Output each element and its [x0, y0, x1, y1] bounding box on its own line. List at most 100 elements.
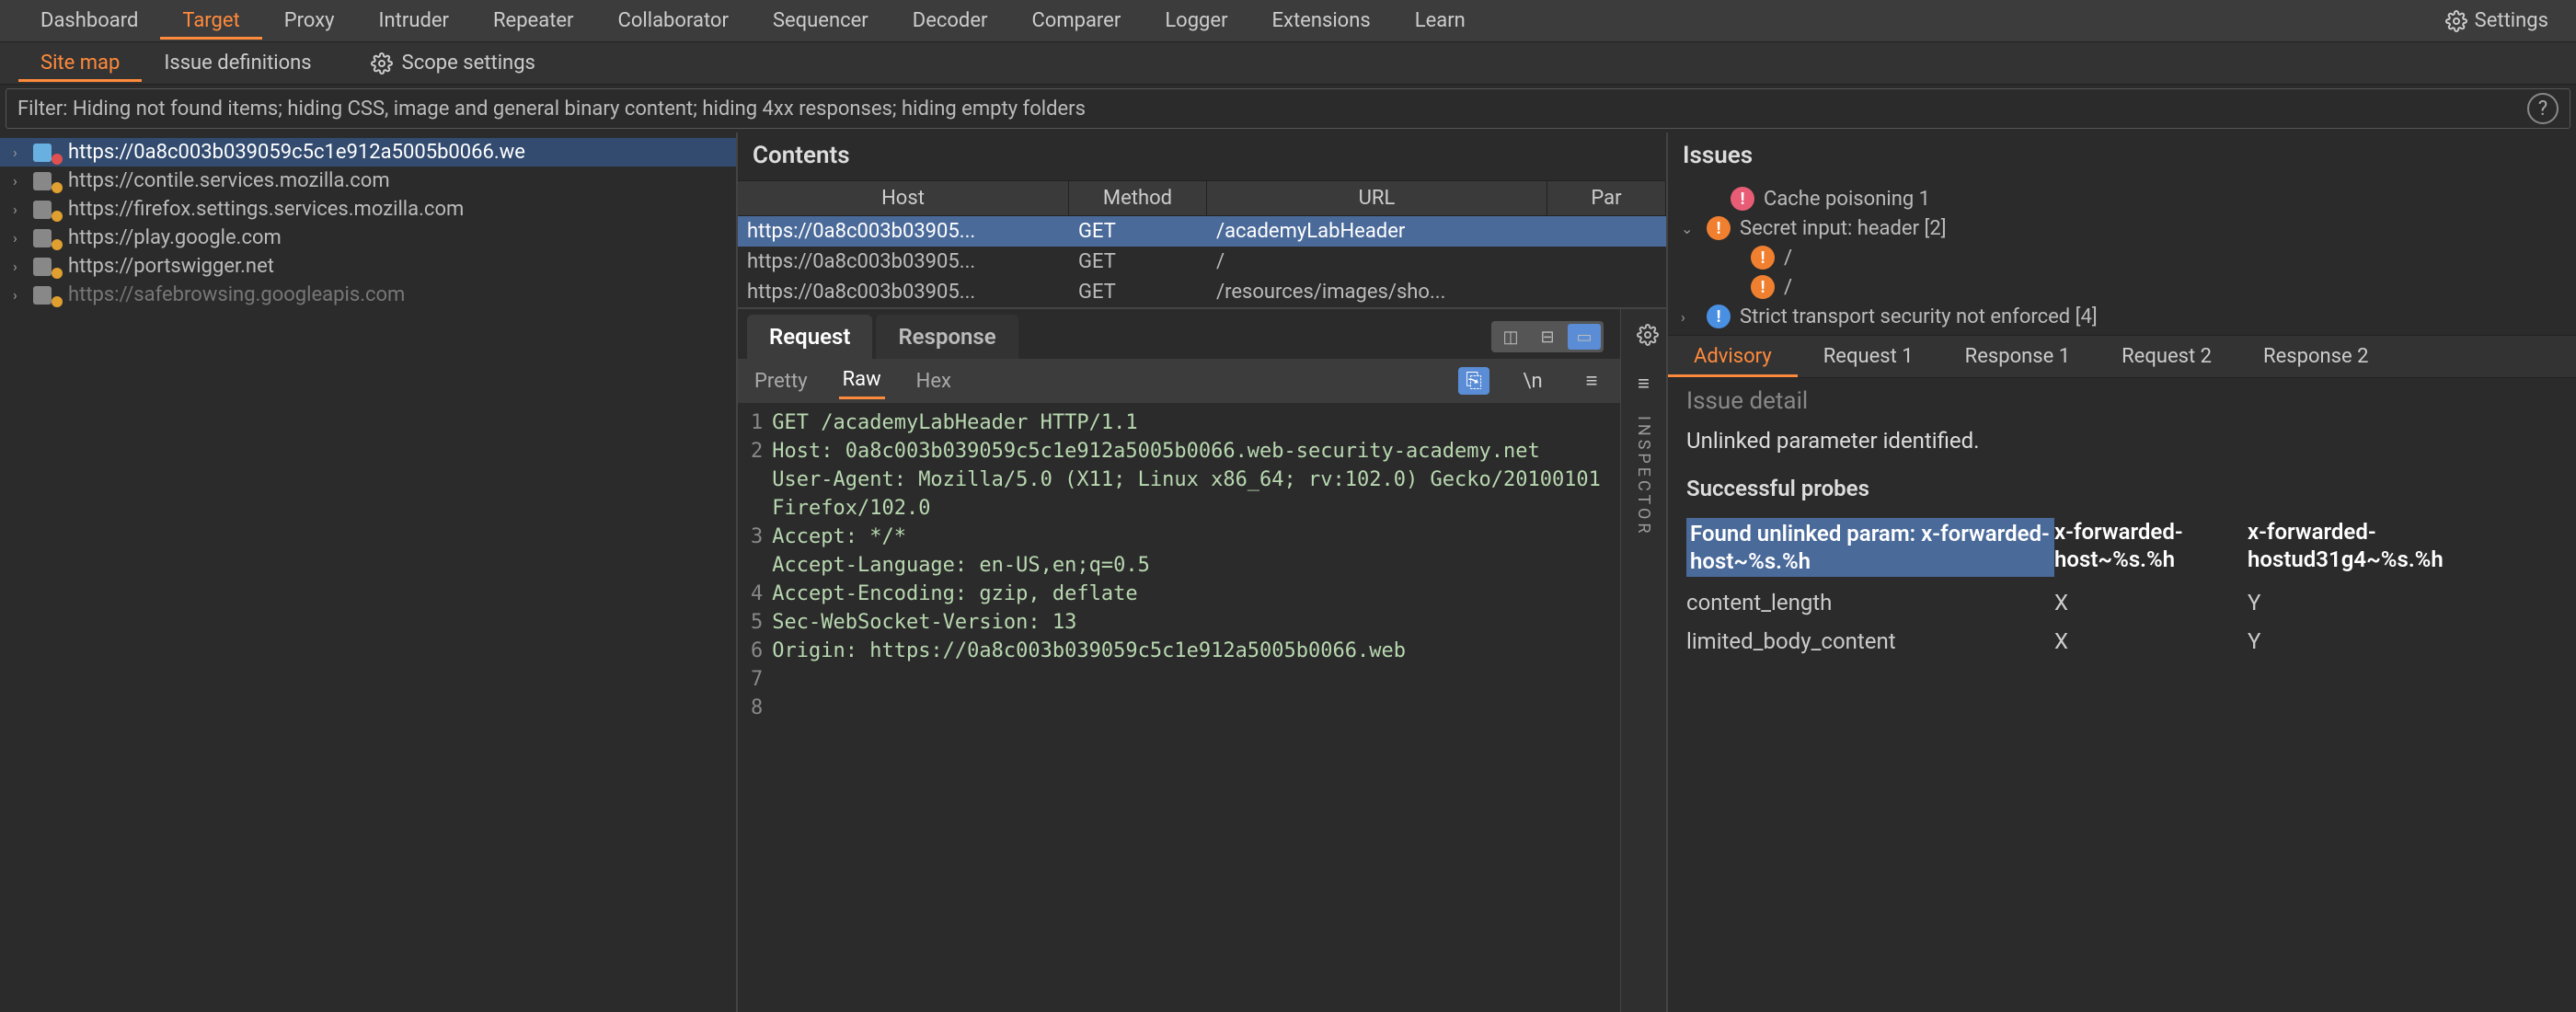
request-editor[interactable]: 1 2 3 4 5 6 7 8 GET /academyLabHeader HT… — [738, 403, 1620, 1012]
chevron-right-icon: › — [13, 144, 26, 161]
inspector-panel[interactable]: ≡ INSPECTOR — [1620, 309, 1666, 1012]
table-row[interactable]: https://0a8c003b03905... GET /academyLab… — [738, 216, 1666, 247]
tree-item[interactable]: › https://play.google.com — [0, 224, 736, 252]
contents-table-header: Host Method URL Par — [738, 180, 1666, 216]
cell-url: /academyLabHeader — [1207, 218, 1547, 245]
col-host[interactable]: Host — [738, 181, 1069, 215]
advtab-request1[interactable]: Request 1 — [1798, 336, 1939, 377]
cell-host: https://0a8c003b03905... — [738, 218, 1069, 245]
layout-toggles: ◫ ⊟ ▭ — [1491, 321, 1604, 352]
tab-intruder[interactable]: Intruder — [357, 2, 471, 40]
inspector-label: INSPECTOR — [1634, 416, 1653, 536]
chevron-right-icon: › — [13, 258, 26, 275]
site-icon — [33, 257, 61, 277]
probe-val: X — [2054, 628, 2248, 654]
severity-med-icon: ! — [1751, 246, 1775, 270]
newline-icon[interactable]: \n — [1517, 367, 1548, 395]
col-url[interactable]: URL — [1207, 181, 1547, 215]
viewtab-raw[interactable]: Raw — [839, 362, 885, 399]
issue-detail-panel: Issue detail Unlinked parameter identifi… — [1668, 378, 2576, 1012]
table-row[interactable]: https://0a8c003b03905... GET / — [738, 247, 1666, 277]
subtab-sitemap[interactable]: Site map — [18, 44, 142, 82]
tree-item[interactable]: › https://portswigger.net — [0, 252, 736, 281]
detail-text: Unlinked parameter identified. — [1686, 428, 2558, 454]
col-par[interactable]: Par — [1547, 181, 1666, 215]
advtab-request2[interactable]: Request 2 — [2096, 336, 2237, 377]
severity-med-icon: ! — [1707, 216, 1731, 240]
issue-item[interactable]: › ! Strict transport security not enforc… — [1668, 302, 2576, 331]
cell-method: GET — [1069, 279, 1207, 305]
gear-icon — [371, 52, 393, 75]
tab-comparer[interactable]: Comparer — [1009, 2, 1143, 40]
tree-label: https://portswigger.net — [68, 255, 274, 278]
tree-item[interactable]: › https://firefox.settings.services.mozi… — [0, 195, 736, 224]
tree-item[interactable]: › https://0a8c003b039059c5c1e912a5005b00… — [0, 138, 736, 167]
probe-head: x-forwarded-hostud31g4~%s.%h — [2248, 518, 2441, 577]
subtab-issue-definitions[interactable]: Issue definitions — [142, 44, 333, 82]
actions-icon[interactable]: ⎘ — [1458, 367, 1489, 395]
tree-label: https://0a8c003b039059c5c1e912a5005b0066… — [68, 141, 525, 164]
settings-button[interactable]: Settings — [2436, 6, 2558, 36]
settings-label: Settings — [2475, 9, 2548, 32]
issue-item[interactable]: ! / — [1668, 272, 2576, 302]
tab-request[interactable]: Request — [747, 315, 872, 359]
tab-logger[interactable]: Logger — [1143, 2, 1249, 40]
filter-bar[interactable]: Filter: Hiding not found items; hiding C… — [6, 88, 2570, 129]
advtab-response1[interactable]: Response 1 — [1939, 336, 2096, 377]
probe-val: Y — [2248, 628, 2441, 654]
advisory-tab-bar: Advisory Request 1 Response 1 Request 2 … — [1668, 335, 2576, 378]
tab-proxy[interactable]: Proxy — [262, 2, 357, 40]
cell-method: GET — [1069, 218, 1207, 245]
view-tab-bar: Pretty Raw Hex ⎘ \n ≡ — [738, 359, 1620, 403]
site-icon — [33, 285, 61, 305]
tab-sequencer[interactable]: Sequencer — [751, 2, 891, 40]
col-method[interactable]: Method — [1069, 181, 1207, 215]
contents-header: Contents — [738, 132, 1666, 180]
advtab-advisory[interactable]: Advisory — [1668, 336, 1798, 377]
advtab-response2[interactable]: Response 2 — [2237, 336, 2394, 377]
hamburger-icon[interactable]: ≡ — [1576, 367, 1607, 395]
tree-label: https://firefox.settings.services.mozill… — [68, 198, 464, 221]
issue-label: Cache poisoning 1 — [1764, 188, 1930, 211]
hamburger-icon[interactable]: ≡ — [1628, 370, 1660, 397]
scope-settings-button[interactable]: Scope settings — [371, 52, 535, 75]
layout-single-icon[interactable]: ▭ — [1568, 324, 1601, 350]
scope-settings-label: Scope settings — [402, 52, 535, 75]
table-row[interactable]: https://0a8c003b03905... GET /resources/… — [738, 277, 1666, 307]
gear-icon[interactable] — [1631, 318, 1664, 351]
tab-learn[interactable]: Learn — [1393, 2, 1488, 40]
issue-label: Secret input: header [2] — [1740, 217, 1947, 240]
viewtab-pretty[interactable]: Pretty — [751, 364, 811, 398]
probe-val: Y — [2248, 590, 2441, 615]
chevron-right-icon: › — [13, 229, 26, 247]
sub-tab-bar: Site map Issue definitions Scope setting… — [0, 42, 2576, 85]
tab-decoder[interactable]: Decoder — [891, 2, 1010, 40]
probe-head: x-forwarded-host~%s.%h — [2054, 518, 2248, 577]
tab-repeater[interactable]: Repeater — [471, 2, 596, 40]
issue-label: Strict transport security not enforced [… — [1740, 305, 2098, 328]
tab-target[interactable]: Target — [160, 2, 261, 40]
issue-item[interactable]: ⌄ ! Secret input: header [2] — [1668, 213, 2576, 243]
chevron-right-icon: › — [13, 172, 26, 190]
issue-item[interactable]: ! / — [1668, 243, 2576, 272]
layout-split-v-icon[interactable]: ◫ — [1494, 324, 1527, 350]
tree-item[interactable]: › https://contile.services.mozilla.com — [0, 167, 736, 195]
top-tab-bar: Dashboard Target Proxy Intruder Repeater… — [0, 0, 2576, 42]
contents-table-body: https://0a8c003b03905... GET /academyLab… — [738, 216, 1666, 307]
tab-response[interactable]: Response — [876, 315, 1018, 359]
reqres-tab-bar: Request Response ◫ ⊟ ▭ — [738, 309, 1620, 359]
tree-item[interactable]: › https://safebrowsing.googleapis.com — [0, 281, 736, 309]
issue-item[interactable]: ! Cache poisoning 1 — [1668, 184, 2576, 213]
layout-split-h-icon[interactable]: ⊟ — [1531, 324, 1564, 350]
tab-extensions[interactable]: Extensions — [1250, 2, 1393, 40]
viewtab-hex[interactable]: Hex — [913, 364, 955, 398]
site-tree: › https://0a8c003b039059c5c1e912a5005b00… — [0, 132, 738, 1012]
severity-med-icon: ! — [1751, 275, 1775, 299]
tab-collaborator[interactable]: Collaborator — [596, 2, 751, 40]
site-icon — [33, 200, 61, 220]
tab-dashboard[interactable]: Dashboard — [18, 2, 160, 40]
tree-label: https://play.google.com — [68, 226, 282, 249]
site-icon — [33, 143, 61, 163]
request-text: GET /academyLabHeader HTTP/1.1 Host: 0a8… — [772, 403, 1620, 1012]
help-icon[interactable]: ? — [2527, 93, 2559, 124]
